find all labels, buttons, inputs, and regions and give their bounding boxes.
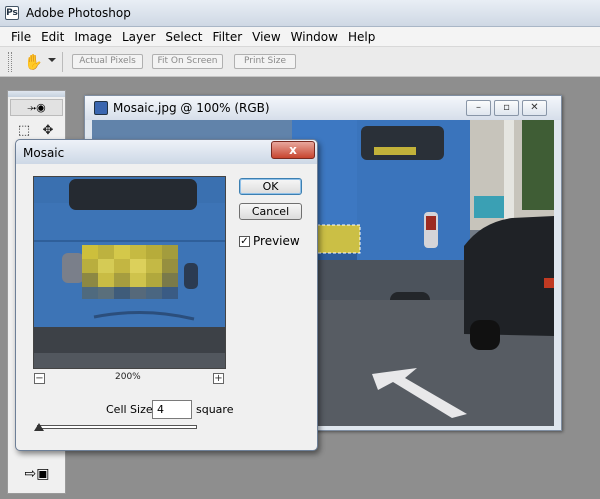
preview-image <box>34 177 225 368</box>
menu-image[interactable]: Image <box>69 30 117 44</box>
jump-to-imageready-icon[interactable]: ⇨▣ <box>16 463 58 485</box>
tool-preset-dropdown-icon[interactable] <box>48 58 56 62</box>
ok-button[interactable]: OK <box>239 178 302 195</box>
cell-size-slider[interactable] <box>37 425 197 429</box>
preview-mosaic-plate <box>82 245 178 299</box>
tools-panel-header[interactable] <box>8 91 65 97</box>
marquee-tool-icon[interactable]: ⬚ <box>14 122 34 140</box>
zoom-level: 200% <box>115 372 141 382</box>
preview-checkbox[interactable]: ✓ <box>239 236 250 247</box>
actual-pixels-button[interactable]: Actual Pixels <box>72 54 143 69</box>
cell-size-label: Cell Size: <box>106 403 157 416</box>
preview-rear-window <box>69 179 197 210</box>
menu-help[interactable]: Help <box>343 30 380 44</box>
document-icon <box>94 101 108 115</box>
print-size-button[interactable]: Print Size <box>234 54 296 69</box>
hand-icon[interactable]: ✋ <box>24 53 43 71</box>
fit-on-screen-button[interactable]: Fit On Screen <box>152 54 223 69</box>
plate-mosaic <box>312 225 360 253</box>
menu-bar: File Edit Image Layer Select Filter View… <box>0 27 600 47</box>
app-title: Adobe Photoshop <box>26 6 131 20</box>
preview-label[interactable]: Preview <box>253 234 300 248</box>
menu-select[interactable]: Select <box>160 30 207 44</box>
minimize-button[interactable]: – <box>466 100 491 116</box>
options-bar-grip[interactable] <box>8 52 12 72</box>
menu-filter[interactable]: Filter <box>207 30 247 44</box>
zoom-in-button[interactable]: + <box>213 373 224 384</box>
menu-layer[interactable]: Layer <box>117 30 160 44</box>
mosaic-dialog: Mosaic x − 200% + OK Cancel ✓ Preview Ce… <box>15 139 318 451</box>
dark-car <box>464 216 554 336</box>
cancel-button[interactable]: Cancel <box>239 203 302 220</box>
dialog-title: Mosaic <box>23 146 65 160</box>
cell-size-input[interactable]: 4 <box>152 400 192 419</box>
feather-logo-icon[interactable]: ⤞◉ <box>10 99 63 116</box>
photoshop-icon: Ps <box>5 6 19 20</box>
menu-view[interactable]: View <box>247 30 285 44</box>
cell-size-slider-thumb[interactable] <box>34 423 44 431</box>
photoshop-window: Ps Adobe Photoshop File Edit Image Layer… <box>0 0 600 499</box>
dialog-close-button[interactable]: x <box>271 141 315 159</box>
document-title-bar[interactable]: Mosaic.jpg @ 100% (RGB) – ▫ ✕ <box>85 96 561 120</box>
zoom-out-button[interactable]: − <box>34 373 45 384</box>
options-bar: ✋ Actual Pixels Fit On Screen Print Size <box>0 47 600 77</box>
menu-edit[interactable]: Edit <box>36 30 69 44</box>
dialog-title-bar[interactable]: Mosaic x <box>16 140 317 164</box>
menu-file[interactable]: File <box>6 30 36 44</box>
move-tool-icon[interactable]: ✥ <box>38 122 58 140</box>
document-close-button[interactable]: ✕ <box>522 100 547 116</box>
toolbar-divider <box>62 52 63 72</box>
maximize-button[interactable]: ▫ <box>494 100 519 116</box>
app-title-bar: Ps Adobe Photoshop <box>0 0 600 27</box>
document-title: Mosaic.jpg @ 100% (RGB) <box>113 101 270 115</box>
filter-preview[interactable] <box>33 176 226 369</box>
cell-size-unit: square <box>196 403 234 416</box>
menu-window[interactable]: Window <box>286 30 343 44</box>
